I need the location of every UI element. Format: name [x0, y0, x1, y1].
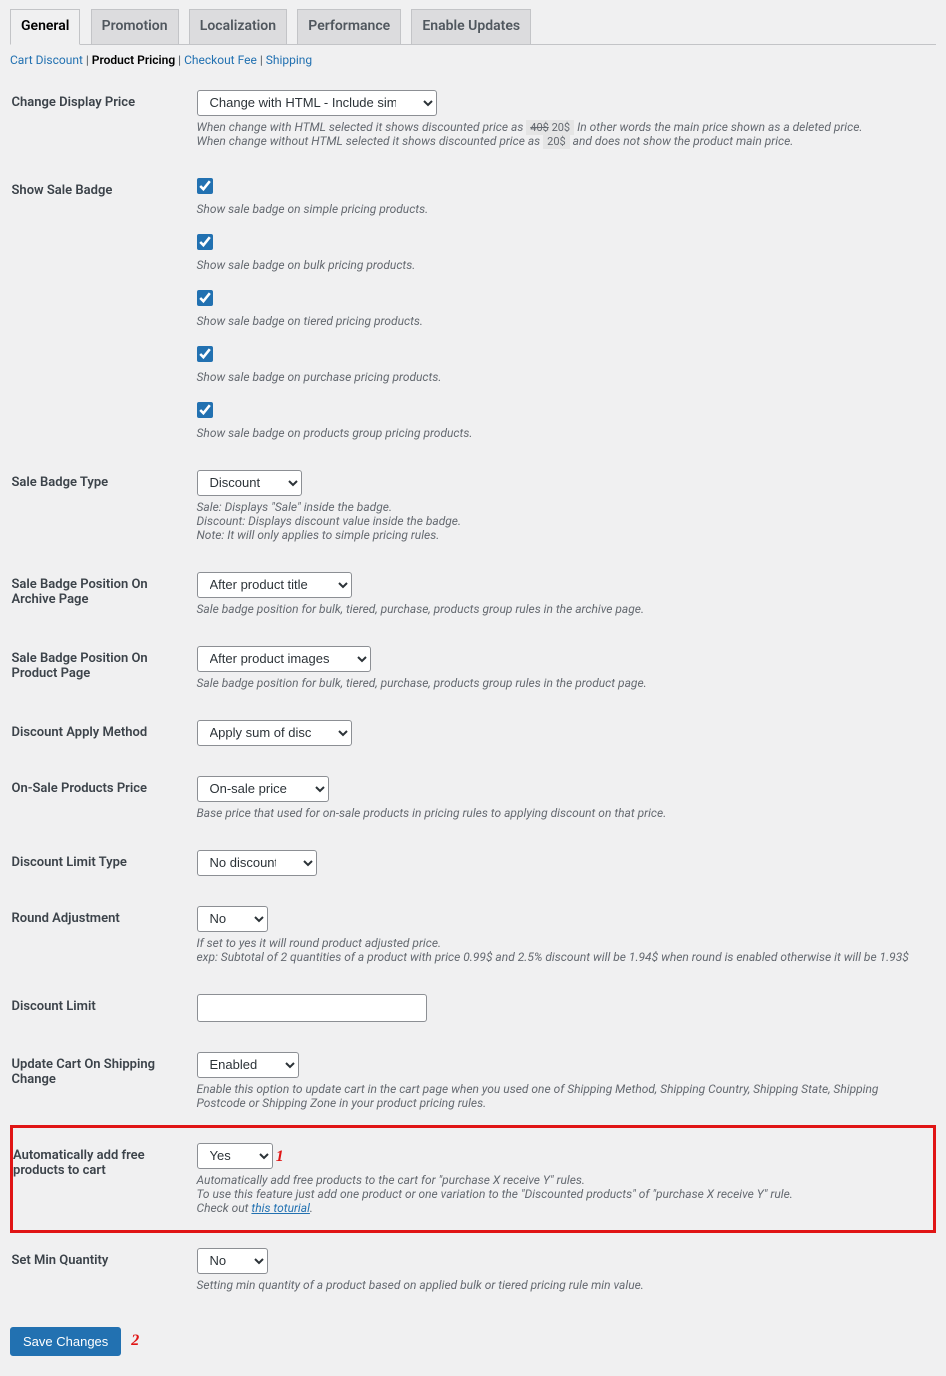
desc-text: Show sale badge on bulk pricing products…: [197, 258, 925, 272]
select-discount-apply-method[interactable]: Apply sum of discounts: [197, 720, 352, 746]
desc-text: If set to yes it will round product adju…: [197, 936, 442, 950]
desc-text: Automatically add free products to the c…: [197, 1173, 586, 1187]
select-round-adjustment[interactable]: No: [197, 906, 268, 932]
tab-enable-updates[interactable]: Enable Updates: [411, 9, 531, 44]
cb-tiered-pricing[interactable]: [197, 290, 213, 306]
select-onsale-products-price[interactable]: On-sale price: [197, 776, 329, 802]
desc-text: exp: Subtotal of 2 quantities of a produ…: [197, 950, 909, 964]
label-round-adjustment: Round Adjustment: [12, 891, 187, 979]
tab-bar: General Promotion Localization Performan…: [10, 0, 936, 45]
annotation-1: 1: [276, 1148, 284, 1166]
label-set-min-qty: Set Min Quantity: [12, 1231, 187, 1307]
tab-general[interactable]: General: [10, 9, 80, 45]
subtab-cart-discount[interactable]: Cart Discount: [10, 53, 83, 67]
desc-text: When change with HTML selected it shows …: [197, 120, 527, 134]
price-badge: 20$: [543, 134, 570, 149]
label-discount-limit: Discount Limit: [12, 979, 187, 1037]
desc-text: and does not show the product main price…: [573, 134, 794, 148]
annotation-2: 2: [131, 1332, 139, 1350]
desc-text: Show sale badge on purchase pricing prod…: [197, 370, 925, 384]
desc-text: Sale: Displays "Sale" inside the badge.: [197, 500, 393, 514]
desc-text: .: [310, 1201, 313, 1215]
subtab-product-pricing[interactable]: Product Pricing: [92, 53, 175, 67]
select-sale-badge-pos-archive[interactable]: After product title: [197, 572, 352, 598]
save-button[interactable]: Save Changes: [10, 1327, 121, 1356]
select-sale-badge-type[interactable]: Discount: [197, 470, 302, 496]
link-tutorial[interactable]: this toturial: [251, 1201, 310, 1215]
price-badge: 40$ 20$: [526, 120, 574, 135]
label-update-cart-shipping: Update Cart On Shipping Change: [12, 1037, 187, 1127]
desc-text: Setting min quantity of a product based …: [197, 1278, 925, 1292]
desc-text: Sale badge position for bulk, tiered, pu…: [197, 602, 925, 616]
subtab-bar: Cart Discount | Product Pricing | Checko…: [10, 53, 936, 67]
select-sale-badge-pos-product[interactable]: After product images: [197, 646, 371, 672]
label-onsale-products-price: On-Sale Products Price: [12, 761, 187, 835]
label-sale-badge-pos-archive: Sale Badge Position On Archive Page: [12, 557, 187, 631]
desc-text: When change without HTML selected it sho…: [197, 134, 544, 148]
select-discount-limit-type[interactable]: No discount limit: [197, 850, 317, 876]
label-show-sale-badge: Show Sale Badge: [12, 163, 187, 455]
desc-text: Enable this option to update cart in the…: [197, 1082, 925, 1110]
cb-purchase-pricing[interactable]: [197, 346, 213, 362]
label-discount-apply-method: Discount Apply Method: [12, 705, 187, 761]
desc-text: In other words the main price shown as a…: [577, 120, 862, 134]
select-set-min-qty[interactable]: No: [197, 1248, 268, 1274]
cb-group-pricing[interactable]: [197, 402, 213, 418]
label-discount-limit-type: Discount Limit Type: [12, 835, 187, 891]
tab-performance[interactable]: Performance: [297, 9, 401, 44]
desc-text: Show sale badge on products group pricin…: [197, 426, 925, 440]
cb-simple-pricing[interactable]: [197, 178, 213, 194]
desc-text: To use this feature just add one product…: [197, 1187, 793, 1201]
label-change-display-price: Change Display Price: [12, 75, 187, 163]
label-sale-badge-type: Sale Badge Type: [12, 455, 187, 557]
select-auto-add-free[interactable]: Yes: [197, 1143, 273, 1169]
desc-text: Show sale badge on tiered pricing produc…: [197, 314, 925, 328]
input-discount-limit[interactable]: [197, 994, 427, 1022]
subtab-checkout-fee[interactable]: Checkout Fee: [184, 53, 257, 67]
desc-text: Base price that used for on-sale product…: [197, 806, 925, 820]
label-sale-badge-pos-product: Sale Badge Position On Product Page: [12, 631, 187, 705]
desc-text: Show sale badge on simple pricing produc…: [197, 202, 925, 216]
select-change-display-price[interactable]: Change with HTML - Include simple adjust…: [197, 90, 437, 116]
label-auto-add-free: Automatically add free products to cart: [12, 1126, 187, 1231]
cb-bulk-pricing[interactable]: [197, 234, 213, 250]
desc-text: Sale badge position for bulk, tiered, pu…: [197, 676, 925, 690]
tab-localization[interactable]: Localization: [189, 9, 287, 44]
desc-text: Note: It will only applies to simple pri…: [197, 528, 440, 542]
desc-text: Check out: [197, 1201, 252, 1215]
desc-text: Discount: Displays discount value inside…: [197, 514, 462, 528]
select-update-cart-shipping[interactable]: Enabled: [197, 1052, 299, 1078]
subtab-shipping[interactable]: Shipping: [266, 53, 312, 67]
tab-promotion[interactable]: Promotion: [91, 9, 179, 44]
